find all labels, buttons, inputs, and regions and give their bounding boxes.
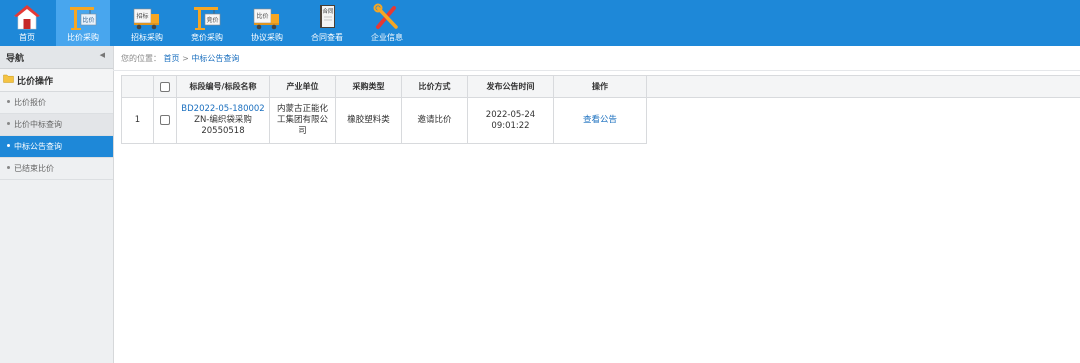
table-header-row: 标段编号/标段名称 产业单位 采购类型 比价方式 发布公告时间 操作 [121,75,1080,98]
row-action-cell: 查看公告 [553,97,647,144]
row-unit-cell: 内蒙古正能化 工集团有限公 司 [269,97,336,144]
nav-agreement-purchase[interactable]: 比价 协议采购 [240,0,294,46]
sidebar: 导航 ◀︎ 比价操作 比价报价 比价中标查询 中标公告查询 已结束比价 [0,46,114,363]
header-index [121,75,154,98]
header-checkbox-cell [153,75,177,98]
contract-tag: 合同 [322,7,334,15]
row-unit-line2: 工集团有限公 [276,115,328,125]
breadcrumb-current[interactable]: 中标公告查询 [191,54,239,63]
row-method: 邀请比价 [401,97,468,144]
truck-tag: 招标 [136,12,148,20]
nav-label-compare: 比价采购 [67,33,99,42]
truck-compare-icon: 比价 [253,8,279,30]
row-time: 2022-05-24 09:01:22 [467,97,554,144]
crane-compare-icon: 比价 [70,7,97,30]
sidebar-title: 导航 [6,54,25,64]
nav-bid-purchase[interactable]: 竞价 竞价采购 [180,0,234,46]
row-unit-line3: 司 [298,126,307,136]
nav-label-bid: 竞价采购 [191,33,223,42]
folder-icon [3,74,14,83]
row-checkbox-cell [153,97,177,144]
truck-tender-icon: 招标 [133,8,159,30]
header-type: 采购类型 [335,75,402,98]
breadcrumb: 您的位置： 首页 > 中标公告查询 [121,53,239,64]
header-method: 比价方式 [401,75,468,98]
row-unit-line1: 内蒙古正能化 [276,104,328,114]
contract-book-icon: 合同 [320,5,335,28]
sidebar-item-award-query[interactable]: 比价中标查询 [0,114,113,136]
sidebar-item-label: 比价报价 [14,98,46,107]
truck-tag: 比价 [256,12,268,20]
sidebar-item-label: 比价中标查询 [14,120,62,129]
select-all-checkbox[interactable] [160,81,170,92]
header-code-name: 标段编号/标段名称 [176,75,270,98]
notice-table: 标段编号/标段名称 产业单位 采购类型 比价方式 发布公告时间 操作 1 BD2… [121,75,1080,144]
nav-label-contract: 合同查看 [311,33,343,42]
nav-label-home: 首页 [19,33,35,42]
table-row: 1 BD2022-05-180002 ZN-编织袋采购 20550518 内蒙古… [121,97,1080,144]
nav-contract-view[interactable]: 合同 合同查看 [300,0,354,46]
nav-tender-purchase[interactable]: 招标 招标采购 [120,0,174,46]
row-type: 橡胶塑料类 [335,97,402,144]
nav-company-info[interactable]: 企业信息 [360,0,414,46]
header-action: 操作 [553,75,647,98]
nav-label-agreement: 协议采购 [251,33,283,42]
breadcrumb-home-link[interactable]: 首页 [164,54,180,63]
header-unit: 产业单位 [269,75,336,98]
bullet-icon [7,144,10,147]
crane-tag: 比价 [82,16,94,24]
nav-label-company: 企业信息 [371,33,403,42]
row-code-link[interactable]: BD2022-05-180002 [178,104,269,115]
row-code-name-cell: BD2022-05-180002 ZN-编织袋采购 20550518 [176,97,270,144]
nav-home[interactable]: 首页 [0,0,54,46]
sidebar-header: 导航 ◀︎ [0,46,113,69]
header-filler [646,75,1080,98]
top-nav-bar: 首页 比价 比价采购 招标 招标采购 竞价 竞价采购 比价 协议采购 合同 合同… [0,0,1080,46]
nav-compare-purchase[interactable]: 比价 比价采购 [56,0,110,46]
sidebar-group-title: 比价操作 [17,77,54,87]
row-index: 1 [121,97,154,144]
nav-label-tender: 招标采购 [131,33,163,42]
sidebar-group[interactable]: 比价操作 [0,69,113,92]
view-notice-link[interactable]: 查看公告 [583,115,617,125]
sidebar-item-label: 中标公告查询 [14,142,62,151]
header-time: 发布公告时间 [467,75,554,98]
home-icon [14,5,40,30]
row-filler [647,98,1080,144]
bullet-icon [7,166,10,169]
bullet-icon [7,100,10,103]
crane-tag: 竞价 [206,16,218,24]
sidebar-item-label: 已结束比价 [14,164,54,173]
collapse-icon[interactable]: ◀︎ [100,51,105,59]
breadcrumb-divider [113,70,1080,71]
sidebar-item-award-notice[interactable]: 中标公告查询 [0,136,113,158]
row-checkbox[interactable] [160,114,170,125]
sidebar-item-ended[interactable]: 已结束比价 [0,158,113,180]
tools-icon [373,3,398,29]
breadcrumb-prefix: 您的位置： [121,54,161,63]
breadcrumb-separator: > [182,54,189,63]
sidebar-item-compare-quote[interactable]: 比价报价 [0,92,113,114]
row-name-line2: 20550518 [201,126,245,136]
crane-bid-icon: 竞价 [194,7,221,30]
bullet-icon [7,122,10,125]
row-name-line1: ZN-编织袋采购 [194,115,252,125]
